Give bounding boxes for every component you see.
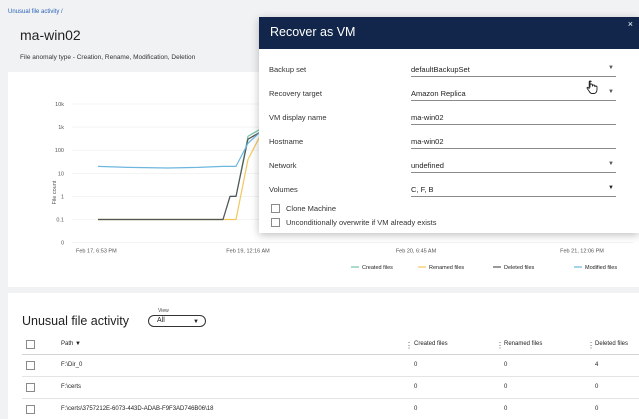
cell-path[interactable]: F:\certs: [61, 384, 81, 390]
clone-machine-label[interactable]: Clone Machine: [286, 204, 336, 213]
field-underline: [411, 172, 616, 173]
volumes-select[interactable]: C, F, B: [411, 185, 434, 194]
column-created[interactable]: Created files: [414, 341, 448, 347]
cell-path[interactable]: F:\Dir_0: [61, 362, 82, 368]
y-tick-label: 1k: [58, 125, 64, 131]
field-underline: [411, 148, 616, 149]
cell-renamed: 0: [504, 406, 508, 412]
column-deleted[interactable]: Deleted files: [595, 341, 628, 347]
vm-display-name-label: VM display name: [269, 113, 327, 122]
recovery-target-label: Recovery target: [269, 89, 322, 98]
table-header: Path ▼ ⋮ Created files ⋮ Renamed files ⋮…: [22, 335, 639, 355]
column-path-label: Path: [61, 341, 74, 347]
network-field[interactable]: Network undefined ▼: [269, 157, 629, 177]
anomaly-type-text: File anomaly type - Creation, Rename, Mo…: [20, 54, 196, 61]
column-menu-icon[interactable]: ⋮: [405, 341, 413, 350]
x-tick-label: Feb 21, 12:06 PM: [560, 249, 604, 255]
x-tick-label: Feb 20, 6:45 AM: [396, 249, 437, 255]
row-checkbox[interactable]: [26, 361, 35, 370]
cell-deleted: 0: [595, 406, 599, 412]
view-select[interactable]: All ▼: [148, 315, 206, 327]
close-icon[interactable]: ×: [628, 19, 633, 29]
view-label: View: [158, 308, 169, 314]
column-renamed[interactable]: Renamed files: [504, 341, 542, 347]
hostname-label: Hostname: [269, 137, 304, 146]
recovery-target-field[interactable]: Recovery target Amazon Replica ▼: [269, 85, 629, 105]
dialog-header: Recover as VM ×: [259, 17, 639, 49]
overwrite-vm-checkbox[interactable]: [271, 218, 280, 227]
x-tick-label: Feb 17, 6:53 PM: [76, 249, 117, 255]
field-underline: [411, 76, 616, 77]
field-underline: [411, 196, 616, 197]
activity-table: Path ▼ ⋮ Created files ⋮ Renamed files ⋮…: [22, 335, 639, 419]
y-axis-label: File count: [52, 180, 58, 204]
table-row[interactable]: F:\Dir_0 0 0 4: [22, 355, 639, 377]
legend-label: Deleted files: [504, 265, 535, 271]
activity-title: Unusual file activity: [22, 314, 129, 328]
dialog-title: Recover as VM: [270, 25, 356, 39]
network-select[interactable]: undefined: [411, 161, 444, 170]
cell-path[interactable]: F:\certs\3757212E-6073-443D-ADAB-F9F3AD7…: [61, 406, 213, 412]
activity-card: Unusual file activity View All ▼ Path ▼ …: [8, 293, 639, 419]
network-label: Network: [269, 161, 297, 170]
cell-deleted: 4: [595, 362, 599, 368]
chevron-down-icon[interactable]: ▼: [608, 89, 614, 95]
cell-created: 0: [414, 362, 418, 368]
legend-label: Created files: [362, 265, 393, 271]
column-menu-icon[interactable]: ⋮: [587, 341, 595, 350]
cell-renamed: 0: [504, 384, 508, 390]
legend-label: Modified files: [585, 265, 617, 271]
column-menu-icon[interactable]: ⋮: [496, 341, 504, 350]
backup-set-field[interactable]: Backup set defaultBackupSet ▼: [269, 61, 629, 81]
cell-renamed: 0: [504, 362, 508, 368]
overwrite-vm-label[interactable]: Unconditionally overwrite if VM already …: [286, 218, 436, 227]
hostname-field[interactable]: Hostname ma-win02: [269, 133, 629, 153]
chevron-down-icon[interactable]: ▼: [608, 161, 614, 167]
cell-created: 0: [414, 406, 418, 412]
view-select-value: All: [157, 317, 165, 324]
field-underline: [411, 100, 616, 101]
clone-machine-checkbox[interactable]: [271, 204, 280, 213]
row-checkbox[interactable]: [26, 383, 35, 392]
breadcrumb[interactable]: Unusual file activity /: [8, 9, 63, 15]
chevron-down-icon[interactable]: ▼: [608, 185, 614, 191]
volumes-field[interactable]: Volumes C, F, B ▼: [269, 181, 629, 201]
chevron-down-icon: ▼: [193, 319, 199, 325]
page: Unusual file activity / ma-win02 File an…: [0, 0, 639, 419]
field-underline: [411, 124, 616, 125]
filter-icon[interactable]: ▼: [75, 341, 81, 347]
legend-label: Renamed files: [429, 265, 464, 271]
y-tick-label: 10: [58, 171, 64, 177]
y-tick-label: 100: [55, 148, 64, 154]
x-tick-label: Feb 19, 12:16 AM: [226, 249, 270, 255]
vm-display-name-field[interactable]: VM display name ma-win02: [269, 109, 629, 129]
backup-set-label: Backup set: [269, 65, 307, 74]
y-tick-label: 10k: [55, 102, 64, 108]
vm-display-name-input[interactable]: ma-win02: [411, 113, 444, 122]
volumes-label: Volumes: [269, 185, 298, 194]
table-row[interactable]: F:\certs\3757212E-6073-443D-ADAB-F9F3AD7…: [22, 399, 639, 419]
page-title: ma-win02: [20, 27, 81, 43]
cell-created: 0: [414, 384, 418, 390]
table-row[interactable]: F:\certs 0 0 0: [22, 377, 639, 399]
select-all-checkbox[interactable]: [26, 340, 35, 349]
y-tick-label: 1: [61, 194, 64, 200]
hostname-input[interactable]: ma-win02: [411, 137, 444, 146]
backup-set-select[interactable]: defaultBackupSet: [411, 65, 470, 74]
column-path[interactable]: Path ▼: [61, 341, 81, 347]
row-checkbox[interactable]: [26, 405, 35, 414]
y-tick-label: 0.1: [56, 218, 64, 224]
chevron-down-icon[interactable]: ▼: [608, 65, 614, 71]
cell-deleted: 0: [595, 384, 599, 390]
y-tick-label: 0: [61, 241, 64, 247]
recover-vm-dialog: Recover as VM × Backup set defaultBackup…: [259, 17, 639, 233]
recovery-target-select[interactable]: Amazon Replica: [411, 89, 466, 98]
